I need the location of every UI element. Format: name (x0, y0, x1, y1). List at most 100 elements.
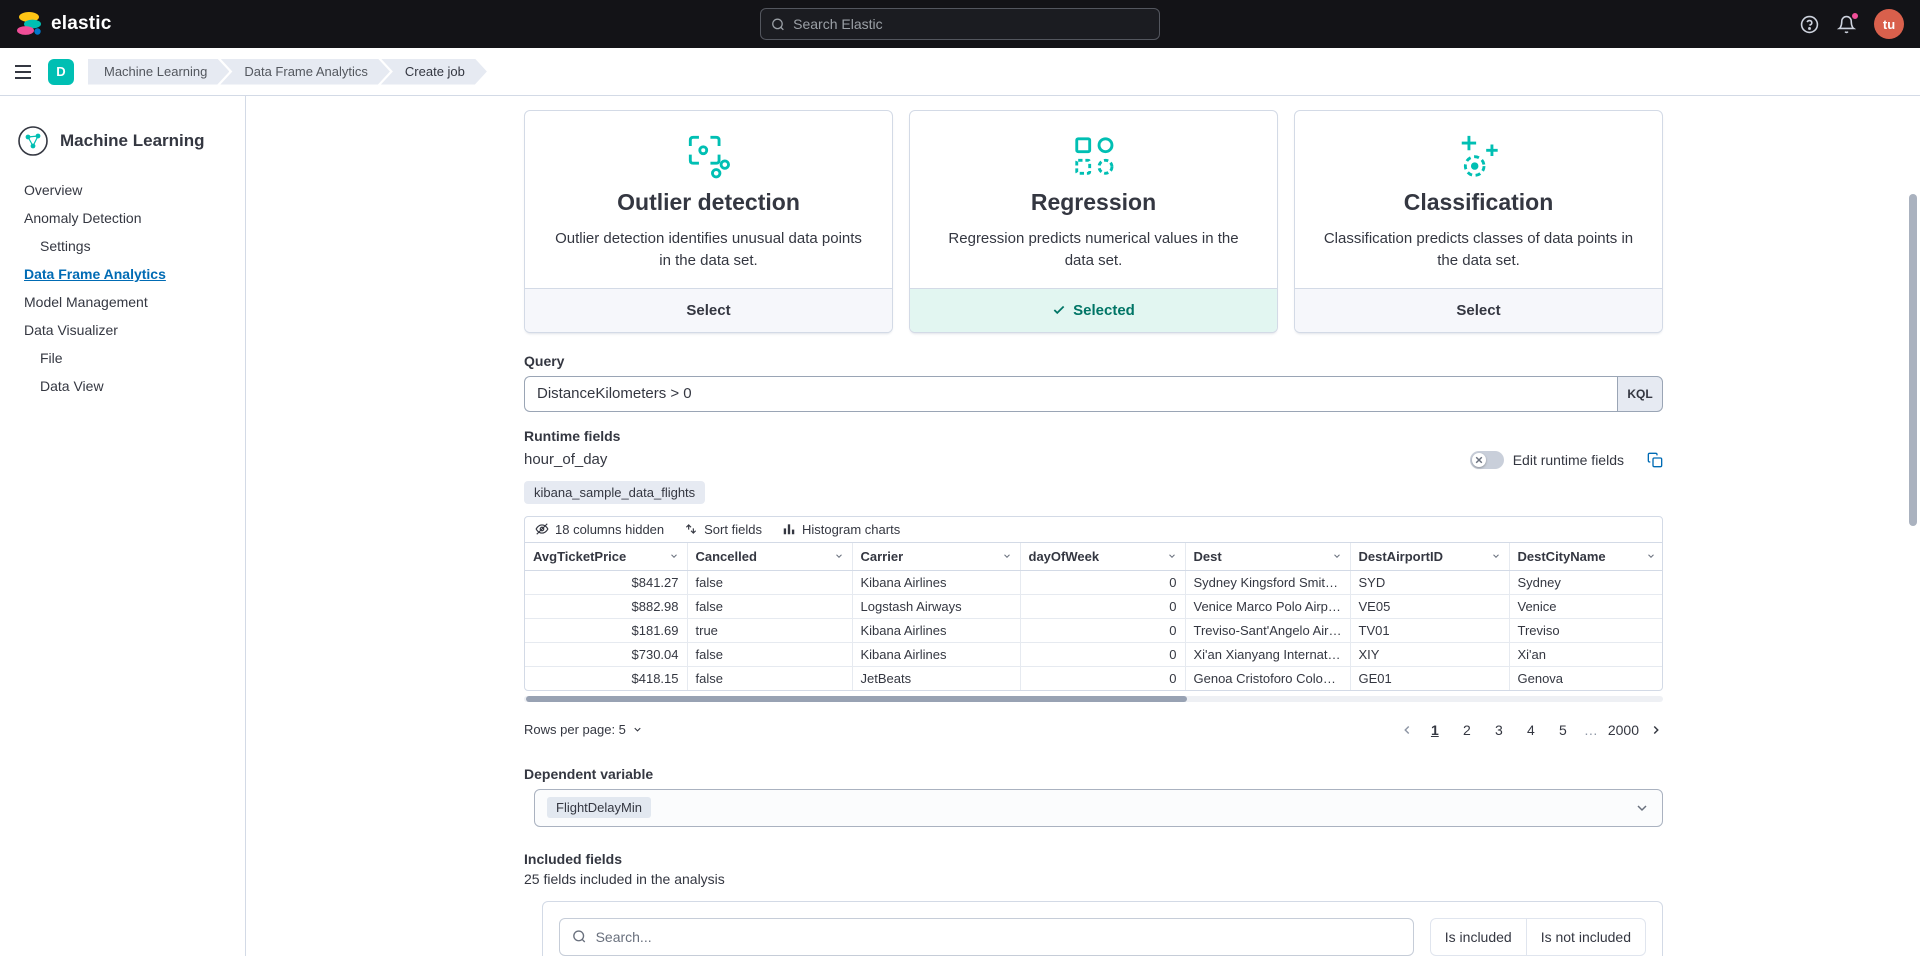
table-cell[interactable]: Treviso (1509, 618, 1663, 642)
table-cell[interactable]: false (687, 594, 852, 618)
user-avatar[interactable]: tu (1874, 9, 1904, 39)
table-cell[interactable]: Logstash Airways (852, 594, 1020, 618)
table-cell[interactable]: Xi'an (1509, 642, 1663, 666)
table-cell[interactable]: Kibana Airlines (852, 618, 1020, 642)
global-search-bar[interactable] (760, 8, 1160, 40)
table-cell[interactable]: Treviso-Sant'Angelo Airport (1185, 618, 1350, 642)
column-header-cancelled[interactable]: Cancelled (687, 543, 852, 571)
select-classification-button[interactable]: Select (1295, 288, 1662, 332)
table-cell[interactable]: SYD (1350, 570, 1509, 594)
sidebar-item-data-view[interactable]: Data View (0, 372, 245, 400)
table-cell[interactable]: VE05 (1350, 594, 1509, 618)
table-cell[interactable]: false (687, 642, 852, 666)
table-cell[interactable]: Sydney Kingsford Smith I... (1185, 570, 1350, 594)
table-cell[interactable]: Venice Marco Polo Airport (1185, 594, 1350, 618)
chevron-down-icon (834, 551, 844, 561)
table-cell[interactable]: $841.27 (525, 570, 687, 594)
table-cell[interactable]: Genoa Cristoforo Colomb... (1185, 666, 1350, 690)
table-cell[interactable]: 0 (1020, 570, 1185, 594)
table-cell[interactable]: Venice (1509, 594, 1663, 618)
table-cell[interactable]: TV01 (1350, 618, 1509, 642)
histogram-charts-button[interactable]: Histogram charts (782, 522, 900, 537)
table-cell[interactable]: GE01 (1350, 666, 1509, 690)
sort-fields-button[interactable]: Sort fields (684, 522, 762, 537)
page-button-4[interactable]: 4 (1520, 718, 1542, 742)
table-cell[interactable]: JetBeats (852, 666, 1020, 690)
table-cell[interactable]: 0 (1020, 594, 1185, 618)
column-header-dayofweek[interactable]: dayOfWeek (1020, 543, 1185, 571)
data-grid: 18 columns hidden Sort fields Histogram … (524, 516, 1663, 691)
page-scrollbar[interactable] (1909, 194, 1917, 952)
table-cell[interactable]: Kibana Airlines (852, 570, 1020, 594)
field-filters: Is included Is not included (1430, 918, 1646, 956)
breadcrumb-data-frame-analytics[interactable]: Data Frame Analytics (220, 59, 390, 85)
sidebar-item-anomaly-detection[interactable]: Anomaly Detection (0, 204, 245, 232)
main-content: Outlier detection Outlier detection iden… (246, 96, 1920, 956)
card-classification: Classification Classification predicts c… (1294, 110, 1663, 333)
sidebar-item-data-frame-analytics[interactable]: Data Frame Analytics (0, 260, 245, 288)
notifications-button[interactable] (1837, 15, 1856, 34)
table-cell[interactable]: $418.15 (525, 666, 687, 690)
menu-button[interactable] (14, 64, 34, 80)
table-cell[interactable]: 0 (1020, 618, 1185, 642)
table-cell[interactable]: 0 (1020, 642, 1185, 666)
help-button[interactable] (1800, 15, 1819, 34)
dependent-variable-select[interactable]: FlightDelayMin (534, 789, 1663, 827)
column-header-carrier[interactable]: Carrier (852, 543, 1020, 571)
table-cell[interactable]: 0 (1020, 666, 1185, 690)
column-header-dest[interactable]: Dest (1185, 543, 1350, 571)
regression-selected-button[interactable]: Selected (910, 288, 1277, 332)
grid-horizontal-scrollbar[interactable] (524, 696, 1663, 702)
page-button-1[interactable]: 1 (1424, 718, 1446, 742)
table-cell[interactable]: Kibana Airlines (852, 642, 1020, 666)
kql-button[interactable]: KQL (1617, 376, 1663, 412)
table-cell[interactable]: XIY (1350, 642, 1509, 666)
table-cell[interactable]: false (687, 570, 852, 594)
data-grid-toolbar: 18 columns hidden Sort fields Histogram … (525, 517, 1662, 543)
column-header-destairportid[interactable]: DestAirportID (1350, 543, 1509, 571)
sidebar-item-overview[interactable]: Overview (0, 176, 245, 204)
sidebar-item-data-visualizer[interactable]: Data Visualizer (0, 316, 245, 344)
table-cell[interactable]: Xi'an Xianyang Internatio... (1185, 642, 1350, 666)
columns-hidden-button[interactable]: 18 columns hidden (535, 522, 664, 537)
card-regression: Regression Regression predicts numerical… (909, 110, 1278, 333)
column-header-destcityname[interactable]: DestCityName (1509, 543, 1663, 571)
page-button-5[interactable]: 5 (1552, 718, 1574, 742)
fields-search-input[interactable] (596, 929, 1401, 945)
table-cell[interactable]: $181.69 (525, 618, 687, 642)
page-button-2[interactable]: 2 (1456, 718, 1478, 742)
table-cell[interactable]: true (687, 618, 852, 642)
rows-per-page-button[interactable]: Rows per page: 5 (524, 722, 643, 737)
breadcrumb-create-job[interactable]: Create job (381, 59, 487, 85)
space-avatar[interactable]: D (48, 59, 74, 85)
filter-is-not-included-button[interactable]: Is not included (1526, 919, 1645, 955)
previous-page-button[interactable] (1400, 723, 1414, 737)
table-cell[interactable]: false (687, 666, 852, 690)
pagination-ellipsis: … (1584, 722, 1598, 738)
edit-runtime-fields-label[interactable]: Edit runtime fields (1513, 452, 1624, 468)
breadcrumb-machine-learning[interactable]: Machine Learning (88, 59, 229, 85)
help-icon (1800, 15, 1819, 34)
filter-is-included-button[interactable]: Is included (1431, 919, 1526, 955)
search-icon (771, 17, 785, 32)
fields-search-bar[interactable] (559, 918, 1414, 956)
copy-button[interactable] (1647, 452, 1663, 468)
edit-runtime-fields-toggle[interactable] (1470, 451, 1504, 469)
table-cell[interactable]: $882.98 (525, 594, 687, 618)
select-outlier-detection-button[interactable]: Select (525, 288, 892, 332)
sidebar-item-file[interactable]: File (0, 344, 245, 372)
page-button-last[interactable]: 2000 (1608, 718, 1639, 742)
column-header-avgticketprice[interactable]: AvgTicketPrice (525, 543, 687, 571)
scrollbar-thumb[interactable] (526, 696, 1187, 702)
table-cell[interactable]: Genova (1509, 666, 1663, 690)
scrollbar-thumb[interactable] (1909, 194, 1917, 526)
next-page-button[interactable] (1649, 723, 1663, 737)
global-search-input[interactable] (793, 16, 1149, 32)
page-button-3[interactable]: 3 (1488, 718, 1510, 742)
query-input[interactable] (524, 376, 1617, 412)
table-cell[interactable]: $730.04 (525, 642, 687, 666)
sidebar-item-model-management[interactable]: Model Management (0, 288, 245, 316)
sidebar-item-settings[interactable]: Settings (0, 232, 245, 260)
elastic-logo[interactable]: elastic (16, 11, 112, 37)
table-cell[interactable]: Sydney (1509, 570, 1663, 594)
